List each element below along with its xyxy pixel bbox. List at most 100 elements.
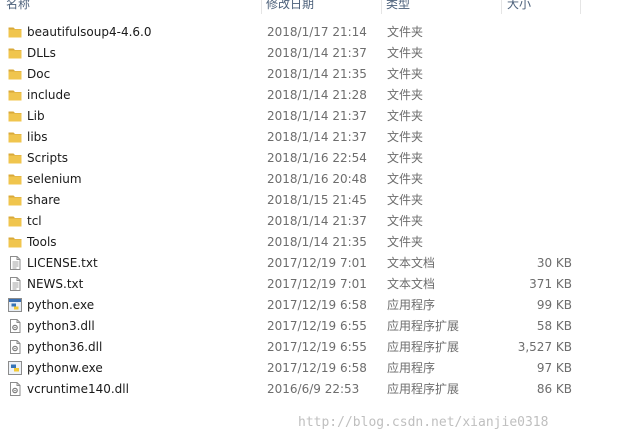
file-date: 2018/1/15 21:45: [267, 193, 367, 207]
file-type: 应用程序扩展: [387, 340, 460, 354]
file-name: Doc: [27, 67, 51, 81]
file-date: 2018/1/14 21:37: [267, 130, 367, 144]
file-row[interactable]: python3.dll 2017/12/19 6:55 应用程序扩展 58 KB: [0, 316, 627, 337]
file-date: 2018/1/14 21:28: [267, 88, 367, 102]
file-size: 58 KB: [536, 319, 572, 333]
file-row[interactable]: NEWS.txt 2017/12/19 7:01 文本文档 371 KB: [0, 274, 627, 295]
folder-icon: [7, 108, 23, 124]
dll-file-icon: [7, 381, 23, 397]
file-size: 86 KB: [536, 382, 572, 396]
file-row[interactable]: LICENSE.txt 2017/12/19 7:01 文本文档 30 KB: [0, 253, 627, 274]
file-type: 文件夹: [387, 151, 424, 165]
file-row[interactable]: include 2018/1/14 21:28 文件夹: [0, 85, 627, 106]
file-size: 30 KB: [536, 256, 572, 270]
folder-icon: [7, 129, 23, 145]
file-row[interactable]: Tools 2018/1/14 21:35 文件夹: [0, 232, 627, 253]
pythonw-exe-icon: [7, 360, 23, 376]
file-type: 文件夹: [387, 130, 424, 144]
file-type: 文件夹: [387, 193, 424, 207]
file-size: [480, 85, 572, 106]
column-header-date[interactable]: 修改日期: [266, 0, 314, 14]
file-size: [480, 22, 572, 43]
file-size: [480, 148, 572, 169]
file-type: 文件夹: [387, 172, 424, 186]
file-name: beautifulsoup4-4.6.0: [27, 25, 152, 39]
text-file-icon: [7, 276, 23, 292]
file-row[interactable]: Doc 2018/1/14 21:35 文件夹: [0, 64, 627, 85]
file-size: [480, 169, 572, 190]
file-date: 2018/1/16 22:54: [267, 151, 367, 165]
column-divider[interactable]: [261, 0, 262, 14]
file-type: 应用程序: [387, 298, 436, 312]
file-date: 2018/1/14 21:37: [267, 109, 367, 123]
dll-file-icon: [7, 339, 23, 355]
file-date: 2018/1/17 21:14: [267, 25, 367, 39]
file-name: python.exe: [27, 298, 95, 312]
file-row[interactable]: tcl 2018/1/14 21:37 文件夹: [0, 211, 627, 232]
file-type: 文件夹: [387, 235, 424, 249]
file-date: 2018/1/14 21:35: [267, 67, 367, 81]
file-name: libs: [27, 130, 48, 144]
file-row[interactable]: Lib 2018/1/14 21:37 文件夹: [0, 106, 627, 127]
file-row[interactable]: python.exe 2017/12/19 6:58 应用程序 99 KB: [0, 295, 627, 316]
file-row[interactable]: selenium 2018/1/16 20:48 文件夹: [0, 169, 627, 190]
file-name: share: [27, 193, 61, 207]
file-name: DLLs: [27, 46, 56, 60]
file-name: LICENSE.txt: [27, 256, 98, 270]
file-name: vcruntime140.dll: [27, 382, 129, 396]
file-name: python3.dll: [27, 319, 95, 333]
file-type: 文本文档: [387, 256, 436, 270]
file-date: 2017/12/19 6:58: [267, 298, 367, 312]
file-type: 应用程序扩展: [387, 382, 460, 396]
column-header-type[interactable]: 类型: [386, 0, 410, 14]
file-date: 2017/12/19 7:01: [267, 256, 367, 270]
watermark: http://blog.csdn.net/xianjie0318: [298, 415, 549, 430]
column-divider[interactable]: [381, 0, 382, 14]
file-size: [480, 64, 572, 85]
folder-icon: [7, 45, 23, 61]
column-header: 名称 修改日期 类型 大小: [0, 0, 627, 14]
file-date: 2018/1/14 21:35: [267, 235, 367, 249]
folder-icon: [7, 87, 23, 103]
file-type: 应用程序扩展: [387, 319, 460, 333]
file-row[interactable]: share 2018/1/15 21:45 文件夹: [0, 190, 627, 211]
file-name: pythonw.exe: [27, 361, 103, 375]
file-row[interactable]: libs 2018/1/14 21:37 文件夹: [0, 127, 627, 148]
folder-icon: [7, 234, 23, 250]
file-name: tcl: [27, 214, 42, 228]
file-row[interactable]: pythonw.exe 2017/12/19 6:58 应用程序 97 KB: [0, 358, 627, 379]
column-divider[interactable]: [580, 0, 581, 14]
python-exe-icon: [7, 297, 23, 313]
column-divider[interactable]: [501, 0, 502, 14]
file-name: python36.dll: [27, 340, 103, 354]
file-type: 文件夹: [387, 88, 424, 102]
file-row[interactable]: vcruntime140.dll 2016/6/9 22:53 应用程序扩展 86 K…: [0, 379, 627, 400]
file-row[interactable]: DLLs 2018/1/14 21:37 文件夹: [0, 43, 627, 64]
file-size: 371 KB: [529, 277, 572, 291]
column-header-size[interactable]: 大小: [507, 0, 531, 14]
column-header-name[interactable]: 名称: [6, 0, 30, 14]
file-size: [480, 106, 572, 127]
file-date: 2018/1/16 20:48: [267, 172, 367, 186]
file-date: 2018/1/14 21:37: [267, 214, 367, 228]
file-type: 文件夹: [387, 214, 424, 228]
file-row[interactable]: python36.dll 2017/12/19 6:55 应用程序扩展 3,527 K…: [0, 337, 627, 358]
file-date: 2017/12/19 6:58: [267, 361, 367, 375]
file-name: Scripts: [27, 151, 69, 165]
file-size: [480, 43, 572, 64]
file-date: 2016/6/9 22:53: [267, 382, 360, 396]
folder-icon: [7, 24, 23, 40]
folder-icon: [7, 213, 23, 229]
folder-icon: [7, 150, 23, 166]
file-date: 2017/12/19 7:01: [267, 277, 367, 291]
file-type: 文件夹: [387, 25, 424, 39]
file-size: 99 KB: [536, 298, 572, 312]
file-name: Tools: [27, 235, 57, 249]
file-type: 文件夹: [387, 46, 424, 60]
file-size: 3,527 KB: [517, 340, 572, 354]
file-name: NEWS.txt: [27, 277, 84, 291]
file-row[interactable]: Scripts 2018/1/16 22:54 文件夹: [0, 148, 627, 169]
file-row[interactable]: beautifulsoup4-4.6.0 2018/1/17 21:14 文件夹: [0, 22, 627, 43]
file-size: [480, 190, 572, 211]
file-size: 97 KB: [536, 361, 572, 375]
